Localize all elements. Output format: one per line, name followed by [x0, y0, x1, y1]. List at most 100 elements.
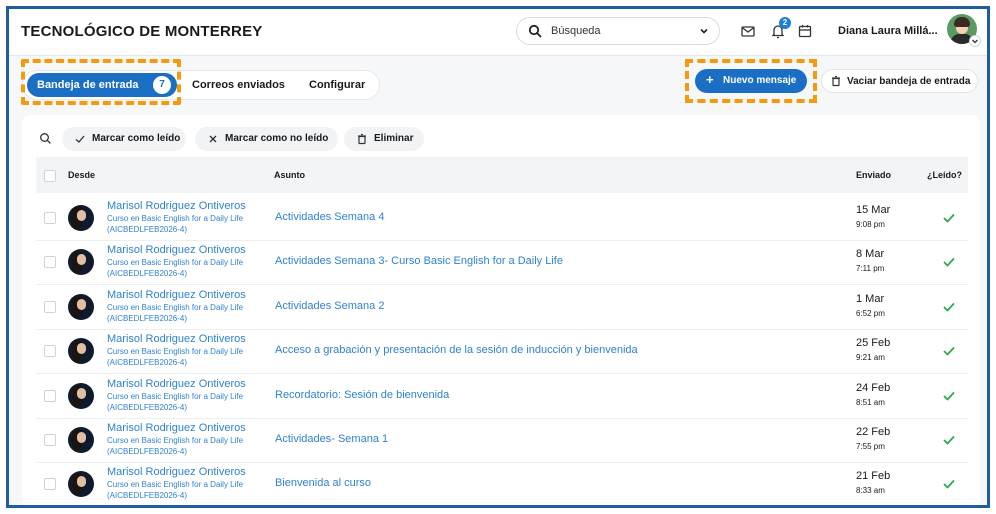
column-sent[interactable]: Enviado: [856, 170, 891, 180]
message-subject[interactable]: Actividades- Semana 1: [275, 433, 388, 445]
sent-date: 21 Feb: [856, 470, 891, 483]
message-subject[interactable]: Actividades Semana 2: [275, 300, 384, 312]
message-subject[interactable]: Acceso a grabación y presentación de la …: [275, 344, 638, 356]
mark-read-label: Marcar como leído: [92, 133, 181, 144]
mark-unread-label: Marcar como no leído: [225, 133, 329, 144]
sent-time: 6:52 pm: [856, 308, 885, 318]
message-row[interactable]: Marisol Rodriguez Ontiveros Curso en Basi…: [36, 462, 968, 505]
sent-date: 24 Feb: [856, 381, 891, 394]
message-row[interactable]: Marisol Rodriguez Ontiveros Curso en Basi…: [36, 240, 968, 286]
read-check-icon: [943, 480, 955, 489]
search-dropdown-chevron-icon[interactable]: [695, 22, 713, 40]
sender-course-code: (AICBEDLFEB2026-4): [107, 491, 188, 501]
sender-course-code: (AICBEDLFEB2026-4): [107, 313, 188, 323]
message-subject[interactable]: Recordatorio: Sesión de bienvenida: [275, 389, 449, 401]
sent-date: 1 Mar: [856, 292, 885, 305]
mark-unread-button[interactable]: Marcar como no leído: [195, 127, 338, 151]
sender-name[interactable]: Marisol Rodriguez Ontiveros: [107, 422, 246, 434]
row-checkbox[interactable]: [44, 300, 56, 313]
message-subject[interactable]: Bienvenida al curso: [275, 477, 371, 489]
message-subject[interactable]: Actividades Semana 3- Curso Basic Englis…: [275, 255, 563, 267]
row-checkbox[interactable]: [44, 478, 56, 491]
sent-date: 25 Feb: [856, 337, 891, 350]
read-check-icon: [943, 258, 955, 267]
read-check-icon: [943, 391, 955, 400]
sender-avatar: [68, 205, 94, 231]
sender-name[interactable]: Marisol Rodriguez Ontiveros: [107, 200, 246, 212]
sender-avatar: [68, 293, 94, 320]
message-subject[interactable]: Actividades Semana 4: [275, 211, 384, 223]
message-row[interactable]: Marisol Rodriguez Ontiveros Curso en Basi…: [36, 374, 968, 419]
sender-course: Curso en Basic English for a Daily Life: [107, 436, 244, 445]
sent-time: 9:21 am: [856, 353, 885, 363]
app-frame: TECNOLÓGICO DE MONTERREY Búsqueda 2 Dian…: [6, 6, 990, 508]
search-icon: [528, 24, 542, 38]
sender-name[interactable]: Marisol Rodriguez Ontiveros: [107, 466, 246, 478]
search-box[interactable]: Búsqueda: [516, 17, 720, 45]
sender-course: Curso en Basic English for a Daily Life: [107, 302, 244, 312]
trash-icon: [832, 75, 840, 87]
message-row[interactable]: Marisol Rodriguez Ontiveros Curso en Basi…: [36, 196, 968, 241]
trash-icon: [358, 133, 366, 145]
sent-date: 8 Mar: [856, 248, 885, 261]
search-input[interactable]: Búsqueda: [551, 25, 601, 37]
calendar-icon[interactable]: [796, 22, 814, 40]
row-checkbox[interactable]: [44, 434, 56, 446]
check-icon: [75, 135, 85, 143]
mail-icon[interactable]: [739, 22, 757, 40]
sender-course-code: (AICBEDLFEB2026-4): [107, 269, 188, 279]
row-checkbox[interactable]: [44, 212, 56, 224]
sent-time: 7:55 pm: [856, 442, 885, 451]
column-from[interactable]: Desde: [68, 170, 95, 180]
highlight-new-message: [685, 59, 817, 103]
sent-time: 9:08 pm: [856, 220, 885, 229]
table-header: [36, 157, 968, 193]
sender-course: Curso en Basic English for a Daily Life: [107, 258, 244, 268]
sent-time: 7:11 pm: [856, 264, 885, 274]
sender-name[interactable]: Marisol Rodriguez Ontiveros: [107, 244, 246, 256]
sender-course: Curso en Basic English for a Daily Life: [107, 391, 244, 401]
message-row[interactable]: Marisol Rodriguez Ontiveros Curso en Basi…: [36, 329, 968, 375]
message-row[interactable]: Marisol Rodriguez Ontiveros Curso en Basi…: [36, 418, 968, 463]
sender-avatar: [68, 427, 94, 453]
row-checkbox[interactable]: [44, 256, 56, 269]
user-name[interactable]: Diana Laura Millá...: [838, 25, 938, 37]
sender-course-code: (AICBEDLFEB2026-4): [107, 225, 188, 234]
sender-avatar: [68, 249, 94, 276]
sender-course-code: (AICBEDLFEB2026-4): [107, 358, 188, 368]
read-check-icon: [943, 436, 955, 445]
top-bar: TECNOLÓGICO DE MONTERREY Búsqueda 2 Dian…: [9, 9, 987, 56]
sender-avatar: [68, 471, 94, 498]
column-read[interactable]: ¿Leído?: [927, 170, 962, 180]
message-row[interactable]: Marisol Rodriguez Ontiveros Curso en Basi…: [36, 285, 968, 330]
close-icon: [209, 135, 217, 143]
notification-badge: 2: [779, 17, 791, 29]
empty-inbox-label: Vaciar bandeja de entrada: [847, 76, 971, 87]
sent-time: 8:33 am: [856, 486, 885, 496]
sent-date: 15 Mar: [856, 204, 891, 216]
user-menu-chevron-icon[interactable]: [969, 35, 981, 47]
column-subject[interactable]: Asunto: [274, 170, 305, 180]
empty-inbox-button[interactable]: Vaciar bandeja de entrada: [821, 69, 978, 93]
table-search-icon[interactable]: [37, 130, 55, 148]
sender-course: Curso en Basic English for a Daily Life: [107, 347, 244, 357]
highlight-inbox-tab: [21, 59, 181, 105]
sender-name[interactable]: Marisol Rodriguez Ontiveros: [107, 378, 246, 390]
sender-course: Curso en Basic English for a Daily Life: [107, 214, 244, 223]
sender-name[interactable]: Marisol Rodriguez Ontiveros: [107, 289, 246, 301]
mark-read-button[interactable]: Marcar como leído: [62, 127, 186, 151]
sender-name[interactable]: Marisol Rodriguez Ontiveros: [107, 333, 246, 345]
brand-title: TECNOLÓGICO DE MONTERREY: [21, 23, 263, 40]
read-check-icon: [943, 347, 955, 356]
row-checkbox[interactable]: [44, 345, 56, 358]
tab-settings[interactable]: Configurar: [309, 79, 365, 91]
sent-time: 8:51 am: [856, 397, 885, 407]
tab-sent[interactable]: Correos enviados: [192, 79, 285, 91]
sender-avatar: [68, 382, 94, 409]
delete-button[interactable]: Eliminar: [344, 127, 424, 151]
sender-course-code: (AICBEDLFEB2026-4): [107, 447, 188, 456]
read-check-icon: [943, 302, 955, 312]
select-all-checkbox[interactable]: [44, 170, 56, 182]
sender-course: Curso en Basic English for a Daily Life: [107, 480, 244, 490]
row-checkbox[interactable]: [44, 389, 56, 402]
